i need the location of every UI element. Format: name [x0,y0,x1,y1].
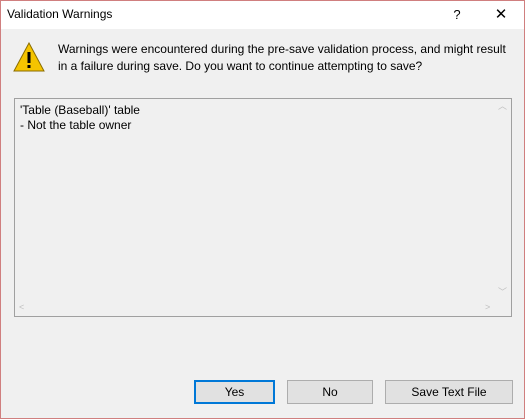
scroll-right-icon[interactable]: > [485,302,490,312]
message-line-1: Warnings were encountered during the pre… [58,42,506,56]
save-text-file-button[interactable]: Save Text File [385,380,513,404]
message-line-2: in a failure during save. Do you want to… [58,59,423,73]
details-line-1: 'Table (Baseball)' table [20,103,140,117]
window-title: Validation Warnings [7,7,113,21]
dialog-window: Validation Warnings ? ✕ Warnings were en… [0,0,525,419]
close-button[interactable]: ✕ [486,1,516,29]
warning-icon [13,42,45,72]
title-bar[interactable]: Validation Warnings ? ✕ [1,1,524,29]
details-box[interactable]: 'Table (Baseball)' table - Not the table… [14,98,512,317]
scroll-up-icon[interactable]: ︿ [498,101,507,111]
yes-button[interactable]: Yes [194,380,275,404]
help-button[interactable]: ? [442,1,472,29]
warning-message: Warnings were encountered during the pre… [58,41,508,75]
vertical-scrollbar[interactable]: ︿ ﹀ [495,99,511,299]
details-line-2: - Not the table owner [20,118,132,132]
details-text: 'Table (Baseball)' table - Not the table… [20,103,140,133]
horizontal-scrollbar[interactable]: < > [15,299,495,316]
scroll-left-icon[interactable]: < [19,302,24,312]
no-button[interactable]: No [287,380,373,404]
scroll-down-icon[interactable]: ﹀ [498,287,507,297]
